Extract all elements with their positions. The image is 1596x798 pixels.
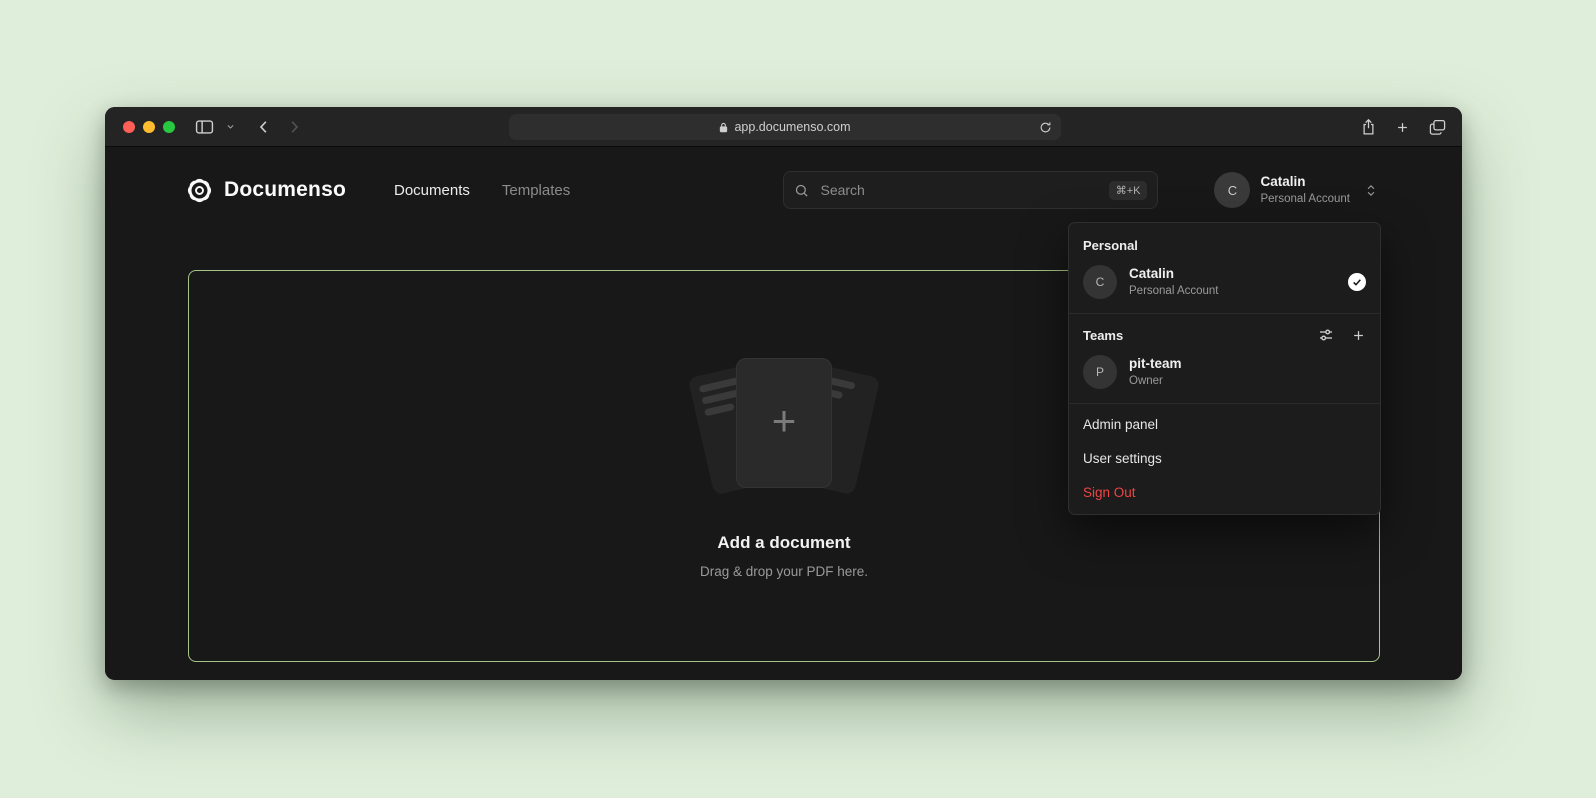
selected-check-icon (1348, 273, 1366, 291)
share-icon[interactable] (1361, 118, 1376, 136)
app-content: Documenso Documents Templates ⌘+K C Cata… (105, 147, 1462, 679)
avatar: C (1083, 265, 1117, 299)
personal-account-name: Catalin (1129, 267, 1219, 282)
app-header: Documenso Documents Templates ⌘+K C Cata… (186, 167, 1378, 213)
browser-toolbar: app.documenso.com (105, 107, 1462, 147)
account-name: Catalin (1260, 175, 1350, 190)
browser-window: app.documenso.com (105, 107, 1462, 680)
search-box[interactable]: ⌘+K (783, 171, 1158, 209)
chevron-down-icon[interactable] (226, 122, 235, 131)
back-icon[interactable] (255, 118, 273, 136)
account-menu-button[interactable]: C Catalin Personal Account (1214, 172, 1378, 208)
brand-logo-link[interactable]: Documenso (186, 177, 346, 204)
document-card-center: + (737, 359, 831, 487)
personal-account-item[interactable]: C Catalin Personal Account (1069, 260, 1380, 311)
avatar: P (1083, 355, 1117, 389)
sidebar-toggle-icon[interactable] (195, 119, 214, 135)
personal-section-label: Personal (1069, 228, 1380, 260)
minimize-window-button[interactable] (143, 121, 155, 133)
search-input[interactable] (818, 181, 1108, 199)
zoom-window-button[interactable] (163, 121, 175, 133)
nav-item-templates[interactable]: Templates (502, 182, 570, 199)
teams-section-label: Teams (1083, 328, 1123, 343)
personal-account-subtitle: Personal Account (1129, 285, 1219, 298)
team-name: pit-team (1129, 357, 1182, 372)
close-window-button[interactable] (123, 121, 135, 133)
menu-item-user-settings[interactable]: User settings (1069, 442, 1380, 476)
url-text: app.documenso.com (734, 120, 850, 134)
chevrons-up-down-icon (1364, 183, 1378, 198)
traffic-lights (123, 121, 175, 133)
menu-item-sign-out[interactable]: Sign Out (1069, 476, 1380, 510)
team-role: Owner (1129, 375, 1182, 388)
dropzone-title: Add a document (717, 533, 850, 553)
account-dropdown-menu: Personal C Catalin Personal Account Team… (1068, 222, 1381, 515)
main-nav: Documents Templates (394, 182, 570, 199)
address-bar[interactable]: app.documenso.com (509, 114, 1061, 140)
new-tab-icon[interactable] (1395, 120, 1410, 135)
tab-overview-icon[interactable] (1429, 119, 1446, 135)
dropzone-subtitle: Drag & drop your PDF here. (700, 564, 868, 579)
refresh-icon[interactable] (1039, 121, 1052, 134)
search-icon (794, 183, 809, 198)
add-team-icon[interactable] (1351, 328, 1366, 343)
brand-name: Documenso (224, 178, 346, 202)
plus-icon: + (772, 400, 797, 442)
team-item[interactable]: P pit-team Owner (1069, 350, 1380, 401)
forward-icon[interactable] (285, 118, 303, 136)
teams-section-header: Teams (1069, 318, 1380, 350)
manage-teams-icon[interactable] (1318, 327, 1334, 343)
account-type: Personal Account (1260, 193, 1350, 206)
nav-item-documents[interactable]: Documents (394, 182, 470, 199)
menu-item-admin-panel[interactable]: Admin panel (1069, 408, 1380, 442)
avatar: C (1214, 172, 1250, 208)
lock-icon (719, 122, 728, 133)
menu-divider (1069, 403, 1380, 404)
documenso-logo-icon (186, 177, 213, 204)
search-shortcut-badge: ⌘+K (1109, 181, 1148, 200)
menu-divider (1069, 313, 1380, 314)
documents-illustration: + (674, 353, 894, 505)
